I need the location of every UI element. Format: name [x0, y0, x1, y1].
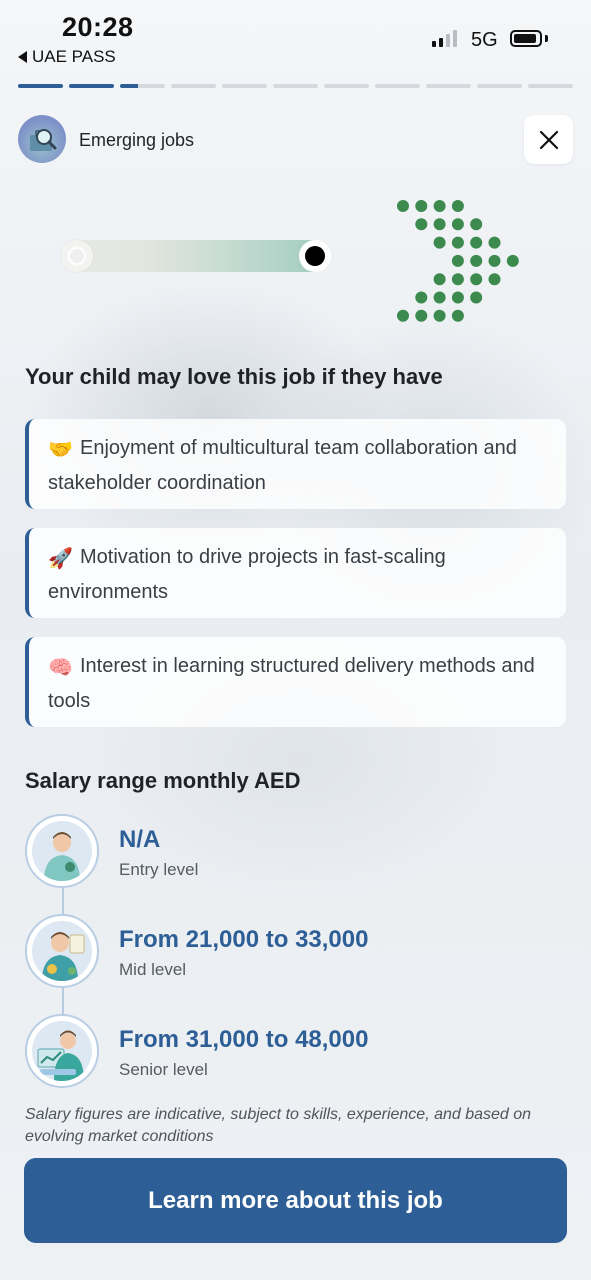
mid-level-label: Mid level	[119, 960, 187, 979]
progress-segment	[171, 84, 216, 88]
dotted-arrow-icon	[397, 200, 519, 322]
back-app-label: UAE PASS	[32, 47, 116, 66]
category-label: Emerging jobs	[79, 130, 195, 150]
status-time: 20:28	[62, 12, 134, 42]
trait-card: 🤝 Enjoyment of multicultural team collabo…	[25, 419, 566, 509]
entry-salary-amount: N/A	[119, 826, 161, 853]
handshake-icon: 🤝	[48, 439, 73, 461]
entry-level-avatar-icon	[25, 814, 99, 888]
step-progress-bar	[18, 84, 573, 88]
progress-segment	[528, 84, 573, 88]
learn-more-button[interactable]: Learn more about this job	[24, 1158, 567, 1243]
progress-segment	[426, 84, 471, 88]
senior-level-avatar-icon	[25, 1014, 99, 1088]
network-type: 5G	[471, 29, 498, 51]
battery-icon	[510, 30, 542, 47]
trait-text: Interest in learning structured delivery…	[48, 655, 535, 712]
trait-card: 🚀 Motivation to drive projects in fast-sc…	[25, 528, 566, 618]
entry-level-label: Entry level	[119, 860, 199, 879]
cellular-signal-icon	[432, 30, 457, 47]
progress-segment	[477, 84, 522, 88]
progress-segment	[375, 84, 420, 88]
brain-icon: 🧠	[48, 657, 73, 679]
battery-tip	[545, 35, 548, 42]
magnifier-briefcase-icon	[30, 129, 57, 151]
mid-salary-amount: From 21,000 to 33,000	[119, 926, 369, 953]
progress-segment	[18, 84, 63, 88]
senior-level-label: Senior level	[119, 1060, 208, 1079]
trait-text: Motivation to drive projects in fast-sca…	[48, 546, 446, 603]
traits-title: Your child may love this job if they hav…	[25, 364, 443, 389]
trait-text: Enjoyment of multicultural team collabor…	[48, 437, 517, 494]
mid-level-avatar-icon	[25, 914, 99, 988]
slider-end-knob	[299, 240, 331, 272]
category-avatar	[18, 115, 66, 163]
progress-segment	[120, 84, 165, 88]
trait-card: 🧠 Interest in learning structured deliver…	[25, 637, 566, 727]
close-button[interactable]	[524, 115, 573, 164]
rocket-icon: 🚀	[48, 548, 73, 570]
progress-segment	[222, 84, 267, 88]
back-to-app-link[interactable]: UAE PASS	[18, 47, 116, 67]
slider-start-knob	[61, 240, 93, 272]
progress-segment	[324, 84, 369, 88]
senior-salary-amount: From 31,000 to 48,000	[119, 1026, 369, 1053]
progress-segment	[69, 84, 114, 88]
back-arrow-icon	[18, 51, 27, 63]
progress-segment	[273, 84, 318, 88]
salary-disclaimer: Salary figures are indicative, subject t…	[25, 1106, 532, 1145]
salary-title: Salary range monthly AED	[25, 768, 301, 793]
growth-slider-track	[64, 240, 330, 272]
close-icon	[539, 130, 558, 149]
